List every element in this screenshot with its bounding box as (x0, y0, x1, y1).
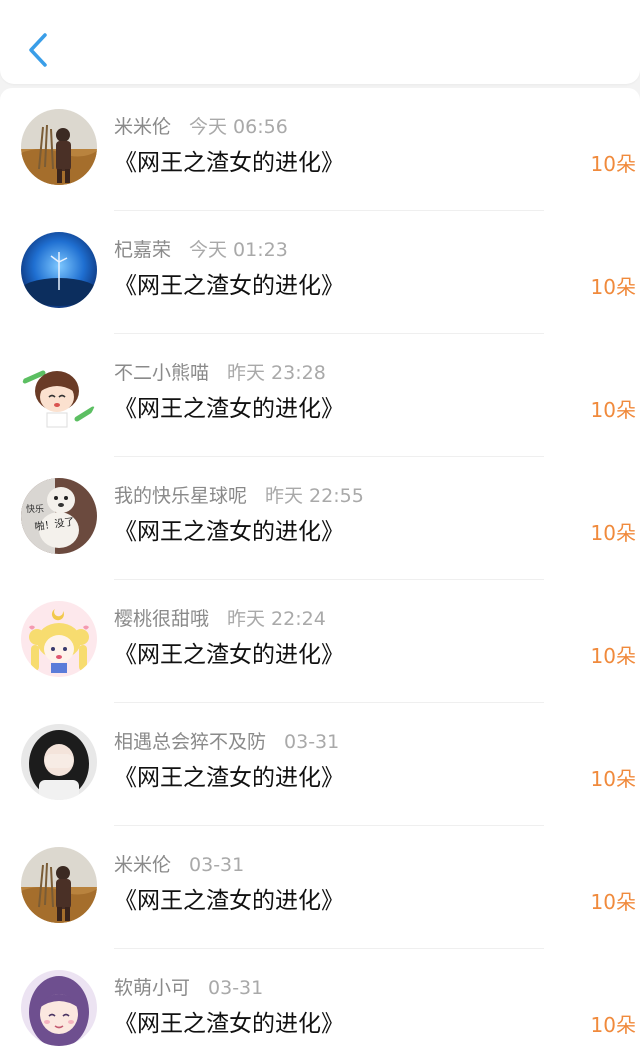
timestamp: 昨天 22:55 (265, 485, 364, 507)
flower-amount: 10朵 (590, 275, 636, 299)
record-meta: 我的快乐星球呢 昨天 22:55 (114, 484, 364, 508)
list-item[interactable]: 不二小熊喵 昨天 23:28 《网王之渣女的进化》 10朵 (0, 334, 640, 457)
avatar[interactable] (21, 109, 97, 185)
record-meta: 软萌小可 03-31 (114, 976, 263, 1000)
back-button[interactable] (18, 28, 58, 72)
sailor-moon-avatar (21, 601, 97, 677)
avatar[interactable] (21, 847, 97, 923)
avatar[interactable]: 快乐 啪！没了 (21, 478, 97, 554)
user-name[interactable]: 米米伦 (114, 854, 171, 876)
avatar[interactable] (21, 724, 97, 800)
user-name[interactable]: 杞嘉荣 (114, 239, 171, 261)
avatar[interactable] (21, 232, 97, 308)
book-title[interactable]: 《网王之渣女的进化》 (114, 517, 344, 547)
avatar[interactable] (21, 355, 97, 431)
book-title[interactable]: 《网王之渣女的进化》 (114, 271, 344, 301)
chevron-left-icon (29, 33, 47, 67)
timestamp: 03-31 (208, 977, 264, 999)
record-meta: 杞嘉荣 今天 01:23 (114, 238, 288, 262)
user-name[interactable]: 我的快乐星球呢 (114, 485, 247, 507)
timestamp: 03-31 (189, 854, 245, 876)
page: 米米伦 今天 06:56 《网王之渣女的进化》 10朵 杞嘉荣 今天 01:23… (0, 0, 640, 1053)
list-item[interactable]: 快乐 啪！没了 我的快乐星球呢 昨天 22:55 《网王之渣女的进化》 10朵 (0, 457, 640, 580)
user-name[interactable]: 不二小熊喵 (114, 362, 209, 384)
book-title[interactable]: 《网王之渣女的进化》 (114, 763, 344, 793)
user-name[interactable]: 米米伦 (114, 116, 171, 138)
record-meta: 米米伦 03-31 (114, 853, 244, 877)
list-item[interactable]: 软萌小可 03-31 《网王之渣女的进化》 10朵 (0, 949, 640, 1053)
book-title[interactable]: 《网王之渣女的进化》 (114, 886, 344, 916)
record-meta: 樱桃很甜哦 昨天 22:24 (114, 607, 326, 631)
list-item[interactable]: 相遇总会猝不及防 03-31 《网王之渣女的进化》 10朵 (0, 703, 640, 826)
record-meta: 不二小熊喵 昨天 23:28 (114, 361, 326, 385)
top-bar (0, 0, 640, 84)
flower-amount: 10朵 (590, 1013, 636, 1037)
timestamp: 03-31 (284, 731, 340, 753)
list-item[interactable]: 米米伦 今天 06:56 《网王之渣女的进化》 10朵 (0, 88, 640, 211)
flower-amount: 10朵 (590, 398, 636, 422)
record-meta: 相遇总会猝不及防 03-31 (114, 730, 339, 754)
flower-amount: 10朵 (590, 152, 636, 176)
girl-covering-face-avatar (21, 724, 97, 800)
avatar[interactable] (21, 601, 97, 677)
blue-globe-avatar (21, 232, 97, 308)
list-item[interactable]: 杞嘉荣 今天 01:23 《网王之渣女的进化》 10朵 (0, 211, 640, 334)
user-name[interactable]: 相遇总会猝不及防 (114, 731, 266, 753)
list-item[interactable]: 米米伦 03-31 《网王之渣女的进化》 10朵 (0, 826, 640, 949)
book-title[interactable]: 《网王之渣女的进化》 (114, 148, 344, 178)
purple-hair-girl-avatar (21, 970, 97, 1046)
record-meta: 米米伦 今天 06:56 (114, 115, 288, 139)
timestamp: 昨天 23:28 (227, 362, 326, 384)
avatar[interactable] (21, 970, 97, 1046)
book-title[interactable]: 《网王之渣女的进化》 (114, 394, 344, 424)
flower-amount: 10朵 (590, 890, 636, 914)
user-name[interactable]: 软萌小可 (114, 977, 190, 999)
book-title[interactable]: 《网王之渣女的进化》 (114, 640, 344, 670)
timestamp: 今天 01:23 (189, 239, 288, 261)
list-item[interactable]: 樱桃很甜哦 昨天 22:24 《网王之渣女的进化》 10朵 (0, 580, 640, 703)
book-title[interactable]: 《网王之渣女的进化》 (114, 1009, 344, 1039)
flower-amount: 10朵 (590, 521, 636, 545)
man-in-field-avatar (21, 109, 97, 185)
flower-amount: 10朵 (590, 767, 636, 791)
dog-meme-avatar: 快乐 啪！没了 (21, 478, 97, 554)
gift-record-list: 米米伦 今天 06:56 《网王之渣女的进化》 10朵 杞嘉荣 今天 01:23… (0, 88, 640, 1053)
flower-amount: 10朵 (590, 644, 636, 668)
timestamp: 今天 06:56 (189, 116, 288, 138)
avatar-caption: 快乐 (26, 503, 44, 515)
anime-boy-avatar (21, 355, 97, 431)
timestamp: 昨天 22:24 (227, 608, 326, 630)
user-name[interactable]: 樱桃很甜哦 (114, 608, 209, 630)
man-in-field-avatar (21, 847, 97, 923)
